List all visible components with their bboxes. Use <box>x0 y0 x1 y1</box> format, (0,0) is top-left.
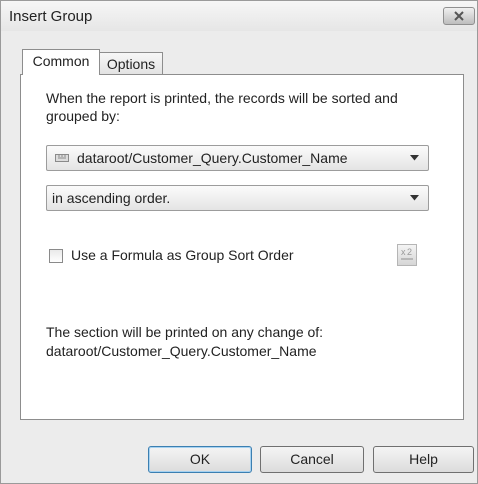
formula-editor-button[interactable]: x 2 <box>397 244 417 266</box>
cancel-button[interactable]: Cancel <box>260 446 364 473</box>
close-icon <box>454 11 464 21</box>
formula-sort-checkbox[interactable] <box>49 249 63 263</box>
group-field-value: dataroot/Customer_Query.Customer_Name <box>77 150 348 166</box>
sort-order-select[interactable]: in ascending order. <box>46 185 429 211</box>
group-field-select[interactable]: dataroot/Customer_Query.Customer_Name <box>46 145 429 171</box>
help-button[interactable]: Help <box>373 446 474 473</box>
sort-order-value: in ascending order. <box>52 190 171 206</box>
close-button[interactable] <box>443 7 475 25</box>
section-note-line: The section will be printed on any chang… <box>46 324 324 340</box>
svg-text:2: 2 <box>407 247 412 257</box>
tab-options[interactable]: Options <box>100 52 163 75</box>
group-description: When the report is printed, the records … <box>46 90 398 124</box>
database-field-icon <box>55 154 69 162</box>
formula-editor-icon: x 2 <box>401 247 413 260</box>
title-bar[interactable]: Insert Group <box>1 1 477 31</box>
section-note-field: dataroot/Customer_Query.Customer_Name <box>46 343 317 359</box>
tab-common[interactable]: Common <box>22 49 100 75</box>
ok-button[interactable]: OK <box>148 446 252 473</box>
section-change-note: The section will be printed on any chang… <box>46 323 323 361</box>
chevron-down-icon <box>410 155 419 161</box>
dialog-title: Insert Group <box>9 8 93 25</box>
chevron-down-icon <box>410 195 419 201</box>
svg-text:x: x <box>401 247 406 257</box>
formula-sort-label[interactable]: Use a Formula as Group Sort Order <box>71 247 294 263</box>
